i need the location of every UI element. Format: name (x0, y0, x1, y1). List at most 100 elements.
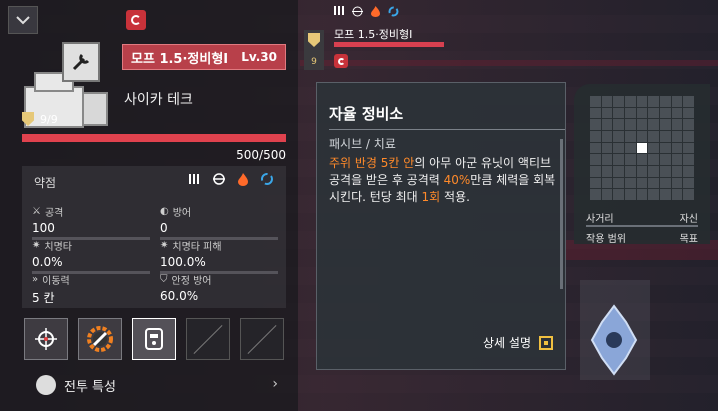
range-cell (671, 177, 683, 189)
range-cell (683, 107, 694, 119)
range-cell (636, 177, 648, 189)
range-cell (601, 96, 613, 107)
range-cell (625, 154, 636, 165)
range-cell (625, 119, 636, 130)
range-cell (601, 165, 613, 177)
unit2-name: 모프 1.5·정비형I (334, 28, 413, 41)
electric-icon (260, 172, 274, 186)
range-cell (601, 177, 613, 189)
range-cell (660, 119, 671, 130)
robot-icon (145, 328, 163, 350)
range-cell (671, 96, 683, 107)
weakness-label: 약점 (34, 176, 57, 190)
range-cell (683, 142, 694, 154)
stat-attack: ⚔ 공격 100 (32, 204, 150, 240)
stats-box: 약점 ⚔ 공격 100 ◐ 방어 0 ✷ 치명타 0.0% ✷ 치명타 피해 100.0… (22, 166, 286, 308)
range-cell (590, 107, 601, 119)
range-cell (648, 130, 659, 142)
target-icon (35, 328, 57, 350)
hp-text: 500/500 (236, 148, 286, 162)
explosive-icon (212, 172, 226, 186)
unit2-shield: 9 (304, 30, 324, 70)
range-cell (683, 154, 694, 165)
range-cell (648, 107, 659, 119)
shield-counter: 9/9 (22, 112, 58, 126)
chevron-right-icon: › (272, 376, 278, 392)
skill-description: 주위 반경 5칸 안의 아무 아군 유닛이 액티브 공격을 받은 후 공격력 4… (329, 156, 556, 204)
range-cell (613, 165, 624, 177)
range-cell-self (636, 142, 648, 154)
range-cell (636, 107, 648, 119)
range-cell (660, 130, 671, 142)
range-cell (613, 119, 624, 130)
skill-slot-workshop[interactable] (132, 318, 176, 360)
range-cell (590, 189, 601, 200)
range-cell (590, 119, 601, 130)
range-cell (648, 165, 659, 177)
range-cell (648, 142, 659, 154)
range-cell (648, 96, 659, 107)
range-cell (590, 142, 601, 154)
stat-movement: » 이동력 5 칸 (32, 274, 70, 305)
range-cell (660, 189, 671, 200)
faction-badge-icon (126, 10, 146, 30)
bullet-icon (188, 172, 202, 186)
scene-decoration (300, 60, 718, 66)
range-cell (601, 130, 613, 142)
range-cell (660, 165, 671, 177)
range-cell (625, 130, 636, 142)
range-cell (671, 165, 683, 177)
range-cell (636, 119, 648, 130)
range-cell (660, 154, 671, 165)
range-cell (660, 107, 671, 119)
range-cell (683, 119, 694, 130)
range-cell (648, 177, 659, 189)
range-cell (613, 130, 624, 142)
gear-wrench-icon (87, 326, 113, 352)
combat-traits-label: 전투 특성 (64, 379, 116, 395)
range-cell (625, 177, 636, 189)
range-cell (683, 165, 694, 177)
range-cell (636, 130, 648, 142)
electric-icon (388, 6, 399, 17)
range-cell (625, 165, 636, 177)
range-cell (590, 130, 601, 142)
combat-traits-row[interactable]: 전투 특성 › (22, 370, 286, 400)
skill-tooltip: 자율 정비소 패시브 / 치료 주위 반경 5칸 안의 아무 아군 유닛이 액티… (316, 82, 566, 370)
fire-icon (236, 172, 250, 186)
divider (329, 129, 565, 130)
range-cell (590, 165, 601, 177)
detail-description-button[interactable]: 상세 설명 (483, 334, 553, 351)
weakness-icons (188, 172, 274, 186)
range-cell (613, 189, 624, 200)
range-cell (671, 119, 683, 130)
skill-slot-target[interactable] (24, 318, 68, 360)
shield-count-value: 9/9 (40, 112, 58, 126)
skill-slot-empty (240, 318, 284, 360)
stat-defense: ◐ 방어 0 (160, 204, 278, 240)
range-cell (636, 154, 648, 165)
movement-icon: » (32, 274, 39, 285)
range-cell (601, 154, 613, 165)
range-cell (683, 189, 694, 200)
collapse-button[interactable] (8, 6, 38, 34)
range-cell (601, 189, 613, 200)
skill-slot-empty (186, 318, 230, 360)
range-row: 사거리 자신 (586, 214, 698, 225)
fire-icon (371, 6, 380, 17)
stat-crit-damage: ✷ 치명타 피해 100.0% (160, 238, 278, 274)
chevron-down-icon (16, 16, 30, 25)
range-cell (671, 142, 683, 154)
unit-emblem-icon (590, 304, 638, 376)
bullet-icon (334, 6, 344, 15)
stat-stability: ⛉ 안정 방어 60.0% (160, 274, 212, 303)
range-cell (671, 130, 683, 142)
crit-damage-icon: ✷ (160, 240, 169, 251)
skill-slot-repair[interactable] (78, 318, 122, 360)
range-cell (625, 142, 636, 154)
company-name: 사이카 테크 (124, 92, 193, 108)
area-row: 작용 범위 목표 (586, 234, 698, 245)
range-cell (601, 119, 613, 130)
tooltip-scrollbar[interactable] (560, 139, 563, 289)
range-cell (601, 107, 613, 119)
